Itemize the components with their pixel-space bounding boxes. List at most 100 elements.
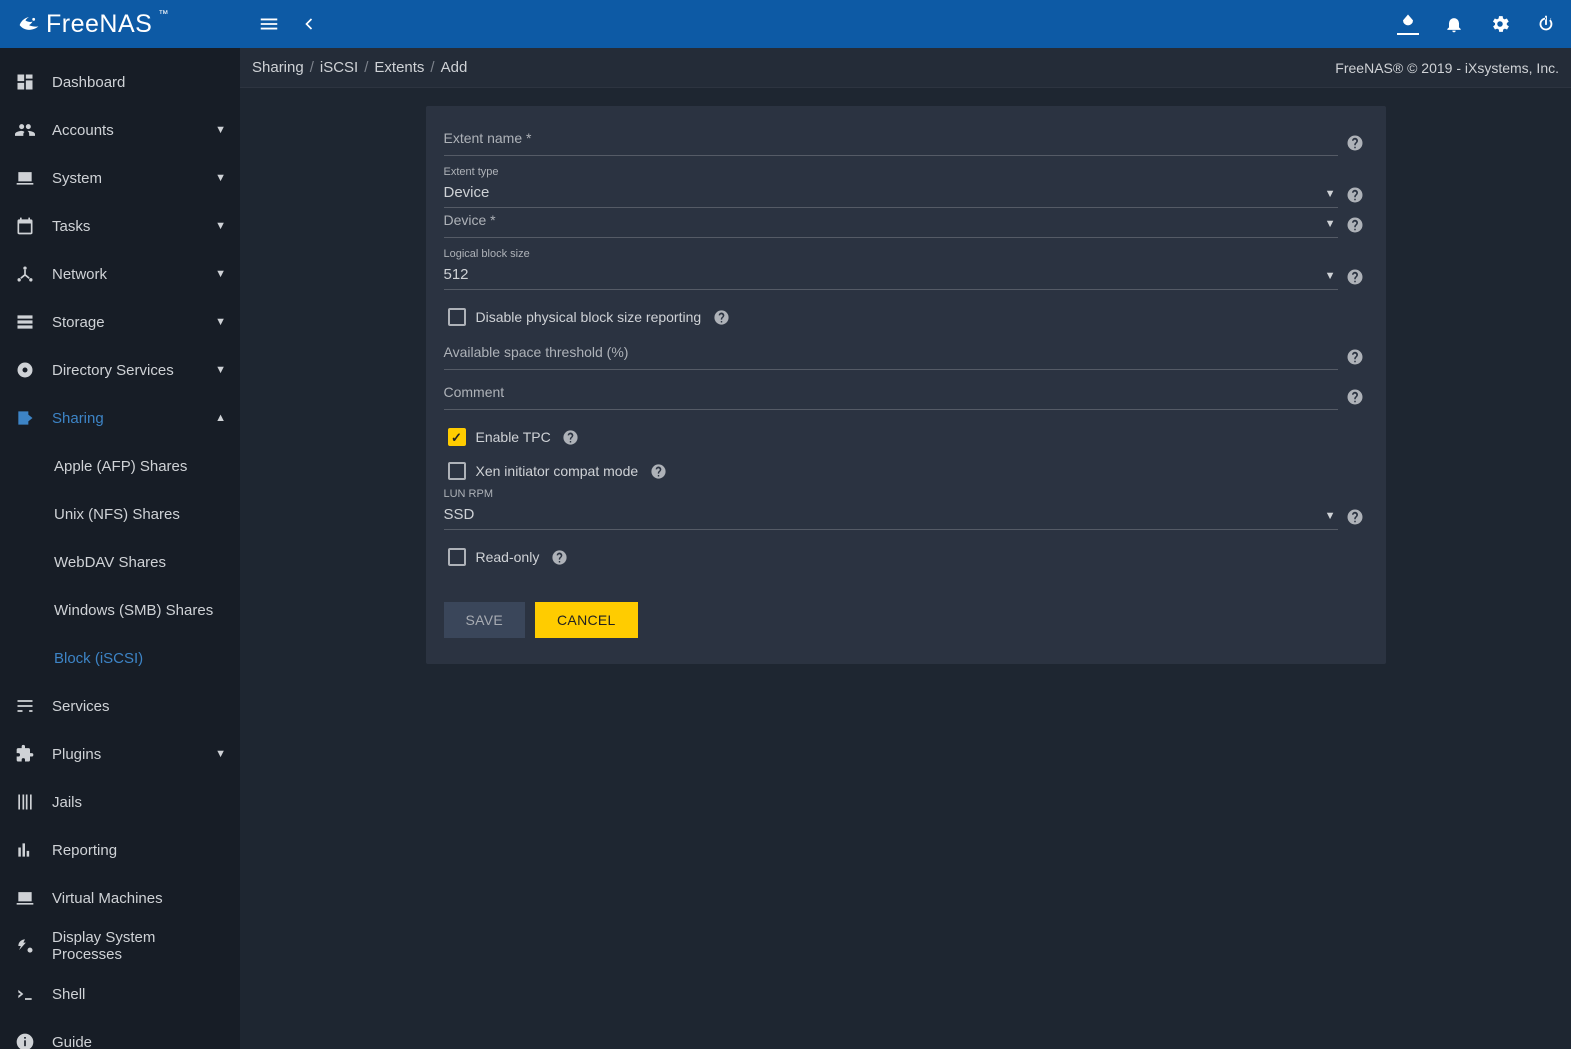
sidebar-item-label: Accounts	[52, 122, 199, 139]
sidebar-subitem-block-iscsi-[interactable]: Block (iSCSI)	[0, 634, 240, 682]
breadcrumb-separator: /	[430, 59, 434, 76]
avail-input[interactable]	[444, 342, 1338, 370]
shell-icon	[14, 983, 36, 1005]
breadcrumb: Sharing / iSCSI / Extents / Add	[252, 59, 1335, 76]
help-icon[interactable]	[561, 429, 581, 446]
chevron-down-icon: ▼	[215, 268, 226, 280]
sidebar-item-shell[interactable]: Shell	[0, 970, 240, 1018]
chevron-up-icon: ▲	[215, 412, 226, 424]
copyright-text: FreeNAS® © 2019 - iXsystems, Inc.	[1335, 60, 1559, 76]
sidebar-subitem-apple-afp-shares[interactable]: Apple (AFP) Shares	[0, 442, 240, 490]
sidebar-item-label: Sharing	[52, 410, 199, 427]
sidebar-item-label: Plugins	[52, 746, 199, 763]
sidebar-subitem-windows-smb-shares[interactable]: Windows (SMB) Shares	[0, 586, 240, 634]
chevron-down-icon: ▼	[215, 316, 226, 328]
laptop-icon	[14, 167, 36, 189]
breadcrumb-segment[interactable]: Extents	[374, 59, 424, 76]
sidebar-item-reporting[interactable]: Reporting	[0, 826, 240, 874]
breadcrumb-segment[interactable]: Sharing	[252, 59, 304, 76]
chart-icon	[14, 839, 36, 861]
save-button[interactable]: SAVE	[444, 602, 526, 638]
lbs-label: Logical block size	[444, 248, 1338, 260]
collapse-sidebar-icon[interactable]	[298, 13, 320, 35]
sidebar-item-virtual-machines[interactable]: Virtual Machines	[0, 874, 240, 922]
enable-tpc-checkbox[interactable]	[448, 428, 466, 446]
sidebar-item-storage[interactable]: Storage ▼	[0, 298, 240, 346]
lbs-select[interactable]: 512	[444, 262, 1338, 290]
tune-icon	[14, 695, 36, 717]
help-icon[interactable]	[1342, 388, 1368, 406]
extent-type-select[interactable]: Device	[444, 180, 1338, 208]
xen-compat-label: Xen initiator compat mode	[476, 463, 639, 479]
comment-input[interactable]	[444, 382, 1338, 410]
help-icon[interactable]	[1342, 186, 1368, 204]
sidebar-item-guide[interactable]: Guide	[0, 1018, 240, 1049]
cancel-button[interactable]: CANCEL	[535, 602, 638, 638]
speed-icon	[14, 935, 36, 957]
chevron-down-icon: ▼	[215, 748, 226, 760]
sidebar-item-label: Network	[52, 266, 199, 283]
sidebar-item-system[interactable]: System▼	[0, 154, 240, 202]
sidebar-item-directory-services[interactable]: Directory Services▼	[0, 346, 240, 394]
help-icon[interactable]	[549, 549, 569, 566]
sidebar-item-accounts[interactable]: Accounts ▼	[0, 106, 240, 154]
top-bar: FreeNAS ™	[0, 0, 1571, 48]
breadcrumb-separator: /	[310, 59, 314, 76]
brand-name: FreeNAS	[46, 10, 152, 39]
breadcrumb-segment[interactable]: Add	[441, 59, 468, 76]
device-label: Device *	[444, 212, 496, 228]
sidebar-subitem-unix-nfs-shares[interactable]: Unix (NFS) Shares	[0, 490, 240, 538]
lun-rpm-select[interactable]: SSD	[444, 502, 1338, 530]
settings-icon[interactable]	[1489, 13, 1511, 35]
extent-type-label: Extent type	[444, 166, 1338, 178]
sidebar-item-services[interactable]: Services	[0, 682, 240, 730]
help-icon[interactable]	[1342, 348, 1368, 366]
help-icon[interactable]	[1342, 268, 1368, 286]
sidebar-item-tasks[interactable]: Tasks▼	[0, 202, 240, 250]
sidebar-item-display-system-processes[interactable]: Display System Processes	[0, 922, 240, 970]
device-select[interactable]	[444, 227, 1338, 238]
sidebar-item-label: Storage	[52, 314, 199, 331]
sidebar-item-label: Guide	[52, 1034, 226, 1049]
laptop-icon	[14, 887, 36, 909]
info-icon	[14, 1031, 36, 1049]
freenas-logo-icon	[18, 13, 40, 35]
extension-icon	[14, 743, 36, 765]
sidebar-item-sharing[interactable]: Sharing ▲	[0, 394, 240, 442]
extent-name-input[interactable]	[444, 128, 1338, 156]
enable-tpc-label: Enable TPC	[476, 429, 551, 445]
storage-icon	[14, 311, 36, 333]
menu-toggle-icon[interactable]	[258, 13, 280, 35]
chevron-down-icon: ▼	[215, 124, 226, 136]
theme-icon[interactable]	[1397, 13, 1419, 35]
sidebar-item-label: Reporting	[52, 842, 226, 859]
notifications-icon[interactable]	[1443, 13, 1465, 35]
help-icon[interactable]	[1342, 508, 1368, 526]
help-icon[interactable]	[1342, 216, 1368, 234]
sidebar-nav: DashboardAccounts▼System▼Tasks▼Network▼S…	[0, 48, 240, 1049]
breadcrumb-segment[interactable]: iSCSI	[320, 59, 358, 76]
disable-pbsr-checkbox[interactable]	[448, 308, 466, 326]
hub-icon	[14, 263, 36, 285]
dashboard-icon	[14, 71, 36, 93]
sidebar-item-dashboard[interactable]: Dashboard	[0, 58, 240, 106]
record-icon	[14, 359, 36, 381]
content-area: Sharing / iSCSI / Extents / Add FreeNAS®…	[240, 48, 1571, 1049]
sidebar-subitem-webdav-shares[interactable]: WebDAV Shares	[0, 538, 240, 586]
help-icon[interactable]	[648, 463, 668, 480]
help-icon[interactable]	[1342, 134, 1368, 152]
sidebar-item-network[interactable]: Network ▼	[0, 250, 240, 298]
sidebar-item-jails[interactable]: Jails	[0, 778, 240, 826]
power-icon[interactable]	[1535, 13, 1557, 35]
sidebar-item-label: System	[52, 170, 199, 187]
sidebar-item-label: Display System Processes	[52, 929, 226, 963]
brand-trademark: ™	[158, 9, 168, 20]
readonly-checkbox[interactable]	[448, 548, 466, 566]
sidebar-item-label: Services	[52, 698, 226, 715]
sidebar-item-label: Tasks	[52, 218, 199, 235]
xen-compat-checkbox[interactable]	[448, 462, 466, 480]
extent-form-card: Extent name * Extent type Device ▼	[426, 106, 1386, 664]
brand-logo[interactable]: FreeNAS ™	[0, 10, 240, 39]
help-icon[interactable]	[711, 309, 731, 326]
sidebar-item-plugins[interactable]: Plugins ▼	[0, 730, 240, 778]
